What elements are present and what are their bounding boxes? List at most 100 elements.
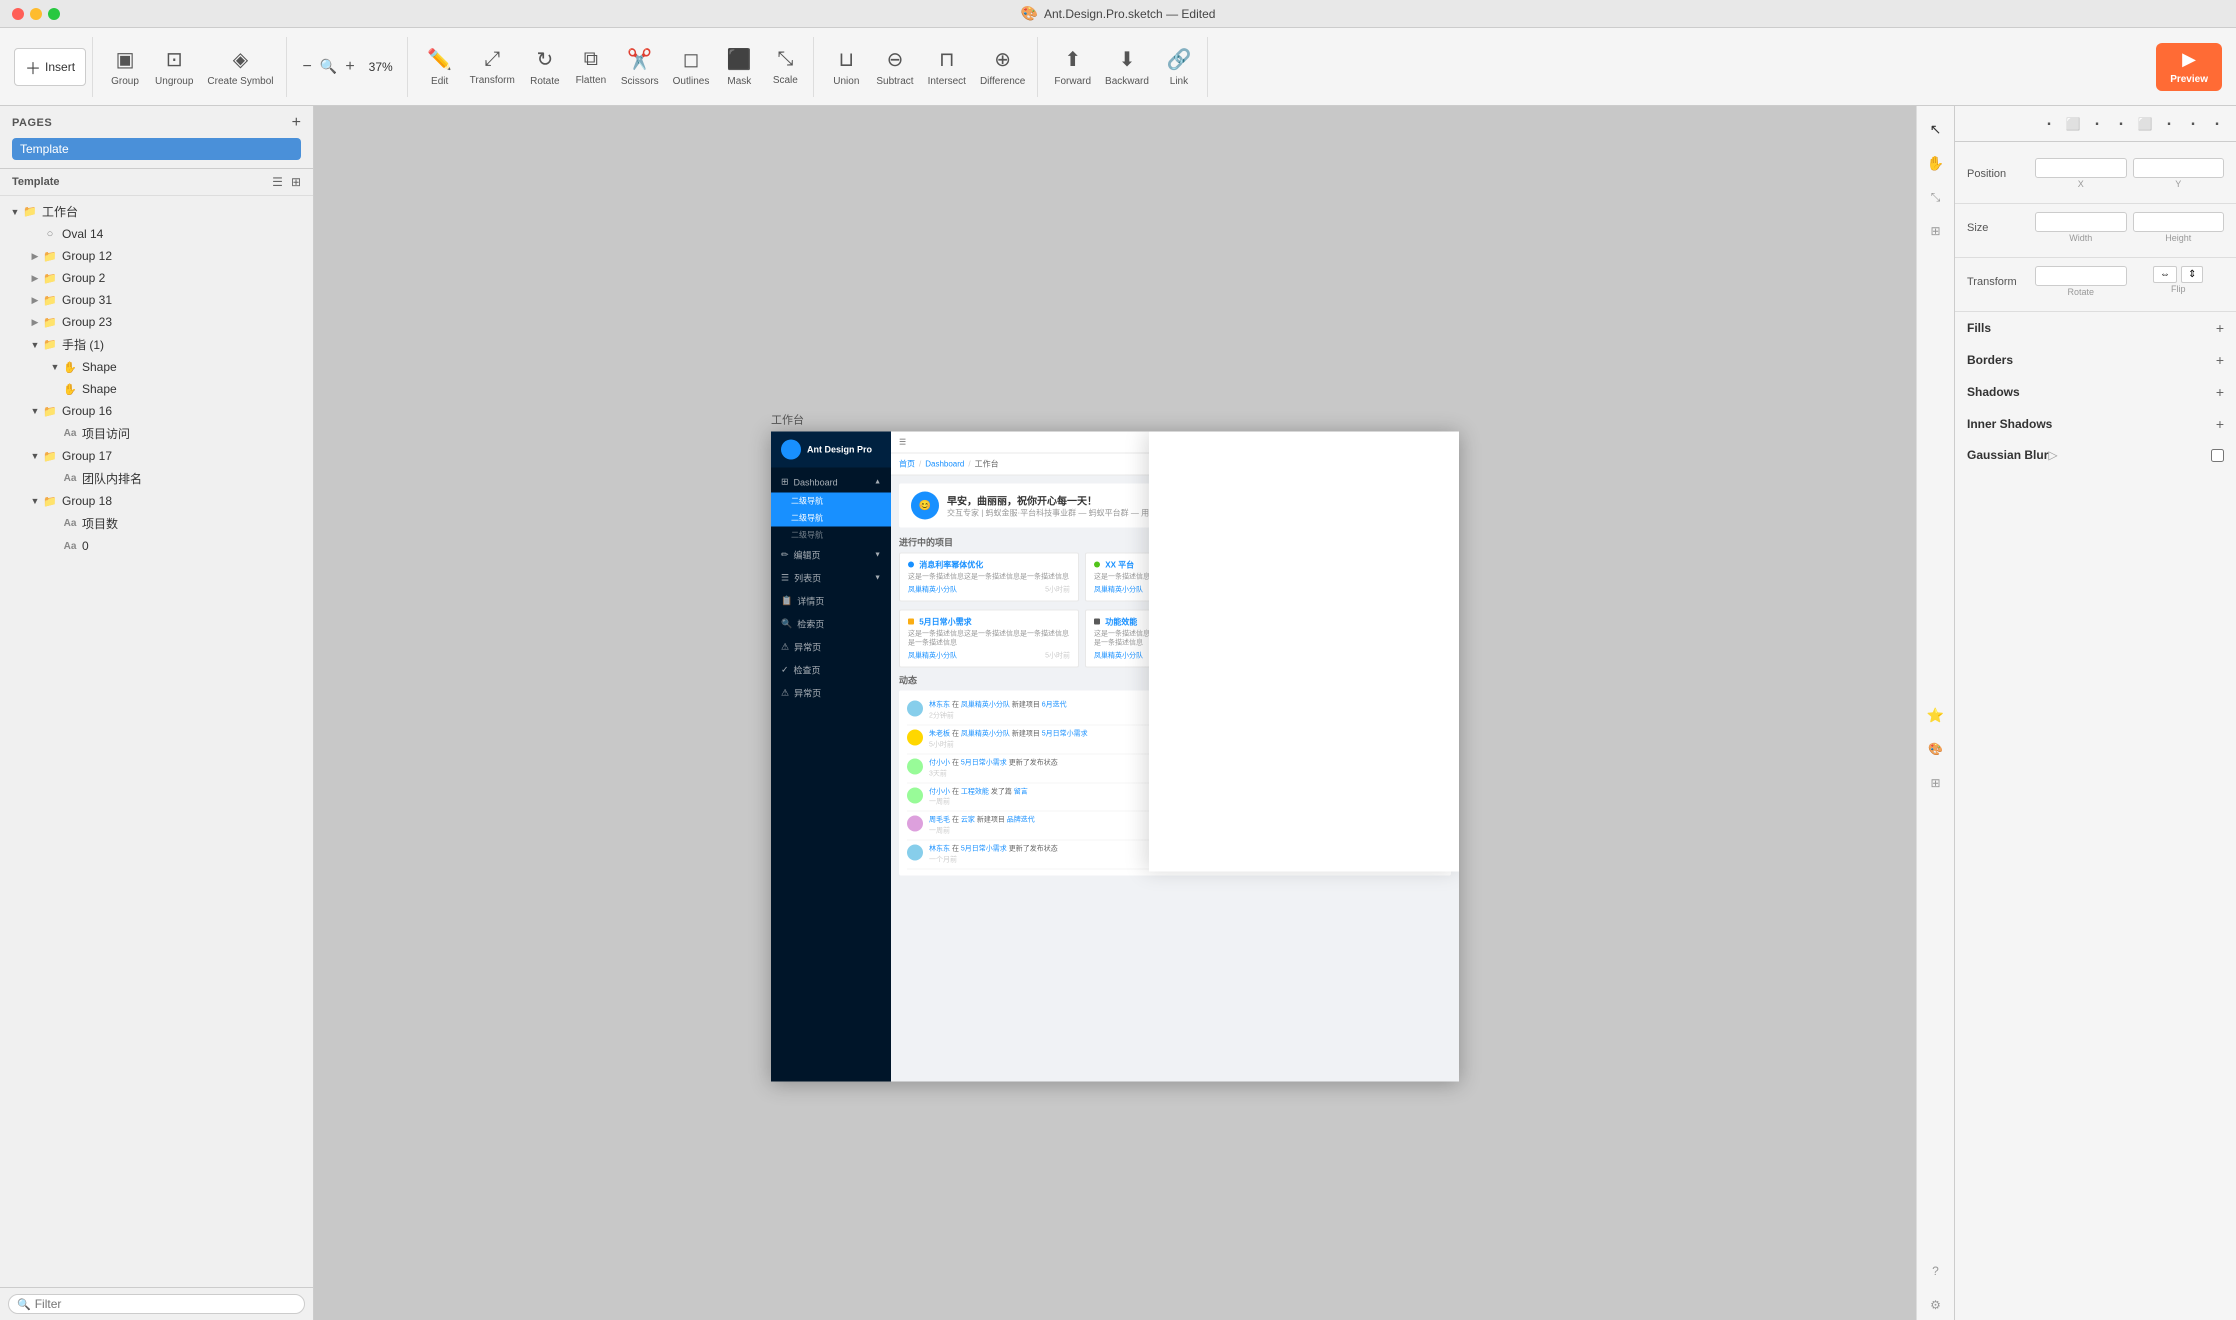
layer-group12[interactable]: ▶ 📁 Group 12 <box>0 245 313 267</box>
tool-grid[interactable]: ⊞ <box>1921 216 1951 246</box>
minimize-button[interactable] <box>30 8 42 20</box>
expand-group18[interactable]: ▼ <box>28 494 42 508</box>
layer-text-team[interactable]: Aa 团队内排名 <box>0 467 313 490</box>
maximize-button[interactable] <box>48 8 60 20</box>
expand-shape1[interactable]: ▼ <box>48 360 62 374</box>
ungroup-button[interactable]: ⊡ Ungroup <box>149 43 199 91</box>
fills-add[interactable]: + <box>2216 320 2224 336</box>
sider-exception[interactable]: ⚠ 异常页 <box>771 636 891 659</box>
layer-workbench[interactable]: ▼ 📁 工作台 <box>0 200 313 223</box>
sider-sub-2[interactable]: 二级导航 <box>771 510 891 527</box>
borders-header[interactable]: Borders + <box>1955 344 2236 376</box>
tool-star[interactable]: ⭐ <box>1921 700 1951 730</box>
fills-header[interactable]: Fills + <box>1955 312 2236 344</box>
rotate-input[interactable] <box>2035 266 2127 286</box>
filter-input[interactable] <box>35 1297 296 1311</box>
zoom-in-button[interactable]: + <box>341 56 358 78</box>
align-top[interactable]: ⬝ <box>2110 113 2132 135</box>
layer-group2[interactable]: ▶ 📁 Group 2 <box>0 267 313 289</box>
height-input[interactable] <box>2133 212 2225 232</box>
add-page-button[interactable]: + <box>292 114 301 132</box>
edit-button[interactable]: ✏️ Edit <box>418 43 462 91</box>
layer-shape1[interactable]: ▼ ✋ Shape <box>0 356 313 378</box>
tool-help[interactable]: ? <box>1921 1256 1951 1286</box>
sider-exception2[interactable]: ⚠ 异常页 <box>771 682 891 705</box>
layer-group31[interactable]: ▶ 📁 Group 31 <box>0 289 313 311</box>
align-bottom[interactable]: ⬝ <box>2158 113 2180 135</box>
expand-finger1[interactable]: ▼ <box>28 338 42 352</box>
layers-grid-view[interactable]: ⊞ <box>291 175 301 189</box>
layers-list-view[interactable]: ☰ <box>272 175 283 189</box>
align-center-h[interactable]: ⬜ <box>2062 113 2084 135</box>
layer-group17[interactable]: ▼ 📁 Group 17 <box>0 445 313 467</box>
backward-button[interactable]: ⬇ Backward <box>1099 43 1155 91</box>
tool-pointer[interactable]: ✋ <box>1921 148 1951 178</box>
distribute-h[interactable]: ⬝ <box>2182 113 2204 135</box>
zoom-value[interactable]: 37% <box>363 60 399 74</box>
layer-text-proj[interactable]: Aa 项目访问 <box>0 422 313 445</box>
forward-button[interactable]: ⬆ Forward <box>1048 43 1097 91</box>
transform-button[interactable]: ⤢ Transform <box>464 44 521 90</box>
expand-group17[interactable]: ▼ <box>28 449 42 463</box>
shadows-add[interactable]: + <box>2216 384 2224 400</box>
layer-shape2[interactable]: ✋ Shape <box>0 378 313 400</box>
breadcrumb-home[interactable]: 首页 <box>899 459 915 470</box>
zoom-out-button[interactable]: − <box>299 56 316 78</box>
scissors-button[interactable]: ✂️ Scissors <box>615 43 665 91</box>
preview-button[interactable]: ▶ Preview <box>2156 43 2222 91</box>
project-card-1[interactable]: 消息利率幂体优化 这是一条描述信息这是一条描述信息是一条描述信息 凤巢精英小分队… <box>899 553 1079 602</box>
layer-text-zero[interactable]: Aa 0 <box>0 535 313 557</box>
close-button[interactable] <box>12 8 24 20</box>
expand-group2[interactable]: ▶ <box>28 271 42 285</box>
layer-finger1[interactable]: ▼ 📁 手指 (1) <box>0 333 313 356</box>
tool-palette[interactable]: 🎨 <box>1921 734 1951 764</box>
expand-group23[interactable]: ▶ <box>28 315 42 329</box>
flatten-button[interactable]: ⧉ Flatten <box>569 44 613 90</box>
create-symbol-button[interactable]: ◈ Create Symbol <box>201 43 279 91</box>
layer-group16[interactable]: ▼ 📁 Group 16 <box>0 400 313 422</box>
tool-table[interactable]: ⊞ <box>1921 768 1951 798</box>
insert-button[interactable]: ＋ Insert <box>14 48 86 86</box>
sider-editor[interactable]: ✏ 编辑页 ▼ <box>771 544 891 567</box>
layer-group23[interactable]: ▶ 📁 Group 23 <box>0 311 313 333</box>
scale-button[interactable]: ⤡ Scale <box>763 44 807 90</box>
union-button[interactable]: ⊔ Union <box>824 43 868 91</box>
layer-text-num[interactable]: Aa 项目数 <box>0 512 313 535</box>
y-input[interactable] <box>2133 158 2225 178</box>
width-input[interactable] <box>2035 212 2127 232</box>
sider-query[interactable]: 🔍 检索页 <box>771 613 891 636</box>
sider-list[interactable]: ☰ 列表页 ▼ <box>771 567 891 590</box>
layer-oval14[interactable]: ○ Oval 14 <box>0 223 313 245</box>
align-left[interactable]: ⬝ <box>2038 113 2060 135</box>
difference-button[interactable]: ⊕ Difference <box>974 43 1031 91</box>
outlines-button[interactable]: ◻ Outlines <box>667 43 716 91</box>
project-card-4[interactable]: 5月日常小需求 这是一条描述信息这是一条描述信息是一条描述信息是一条描述信息 凤… <box>899 610 1079 668</box>
sider-check[interactable]: ✓ 检查页 <box>771 659 891 682</box>
tool-settings[interactable]: ⚙ <box>1921 1290 1951 1320</box>
inner-shadows-add[interactable]: + <box>2216 416 2224 432</box>
mask-button[interactable]: ⬛ Mask <box>717 43 761 91</box>
expand-group31[interactable]: ▶ <box>28 293 42 307</box>
align-right[interactable]: ⬝ <box>2086 113 2108 135</box>
align-center-v[interactable]: ⬜ <box>2134 113 2156 135</box>
inner-shadows-header[interactable]: Inner Shadows + <box>1955 408 2236 440</box>
link-button[interactable]: 🔗 Link <box>1157 43 1201 91</box>
tool-cursor[interactable]: ↖ <box>1921 114 1951 144</box>
breadcrumb-dashboard[interactable]: Dashboard <box>925 460 964 469</box>
intersect-button[interactable]: ⊓ Intersect <box>922 43 972 91</box>
distribute-v[interactable]: ⬝ <box>2206 113 2228 135</box>
tool-scale2[interactable]: ⤡ <box>1921 182 1951 212</box>
flip-h-button[interactable]: ⇔ <box>2153 266 2177 283</box>
page-item-template[interactable]: Template <box>12 138 301 160</box>
borders-add[interactable]: + <box>2216 352 2224 368</box>
sider-dashboard[interactable]: ⊞ Dashboard ▲ <box>771 472 891 493</box>
expand-group16[interactable]: ▼ <box>28 404 42 418</box>
gaussian-blur-header[interactable]: Gaussian Blur ▷ <box>1955 440 2236 470</box>
group-button[interactable]: ▣ Group <box>103 43 147 91</box>
layer-group18[interactable]: ▼ 📁 Group 18 <box>0 490 313 512</box>
rotate-button[interactable]: ↻ Rotate <box>523 43 567 91</box>
x-input[interactable] <box>2035 158 2127 178</box>
gaussian-blur-toggle[interactable] <box>2211 449 2224 462</box>
subtract-button[interactable]: ⊖ Subtract <box>870 43 919 91</box>
sider-detail[interactable]: 📋 详情页 <box>771 590 891 613</box>
